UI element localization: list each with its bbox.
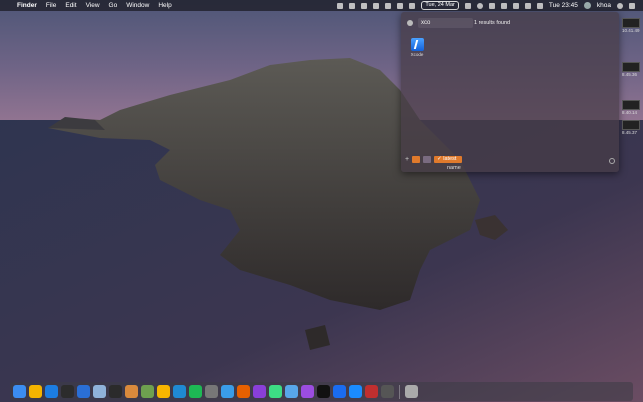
status-icon[interactable] <box>409 2 416 9</box>
app-menu-finder[interactable]: Finder <box>17 2 37 9</box>
1password-icon[interactable] <box>333 385 346 398</box>
app-store-icon[interactable] <box>349 385 362 398</box>
preview-icon[interactable] <box>93 385 106 398</box>
menu-go[interactable]: Go <box>109 2 118 9</box>
menu-bar-left: Finder File Edit View Go Window Help <box>0 2 172 9</box>
firefox-icon[interactable] <box>237 385 250 398</box>
desktop-screenshot-thumbnail[interactable] <box>622 18 640 28</box>
status-icon[interactable] <box>464 2 471 9</box>
maps-icon[interactable] <box>141 385 154 398</box>
spotify-icon[interactable] <box>189 385 202 398</box>
trash-icon[interactable] <box>405 385 418 398</box>
search-panel: xco 1 results found Xcode + ✓ latest nam… <box>401 12 619 172</box>
desktop-screenshot-thumbnail[interactable] <box>622 120 640 130</box>
add-icon[interactable]: + <box>405 156 409 163</box>
thumbnail-label: 8.45.37 <box>622 130 638 135</box>
thumbnail-label: 10.41.49 <box>622 28 640 33</box>
battery-icon[interactable] <box>524 2 531 9</box>
terminal-icon[interactable] <box>61 385 74 398</box>
status-icon[interactable] <box>397 2 404 9</box>
spotlight-search-icon[interactable] <box>617 2 623 9</box>
menu-bar: Finder File Edit View Go Window Help Tue… <box>0 0 643 11</box>
tag-latest[interactable]: ✓ latest <box>434 156 463 163</box>
xcode-beta-icon[interactable] <box>77 385 90 398</box>
finder-icon[interactable] <box>13 385 26 398</box>
dock <box>10 382 633 401</box>
status-icon[interactable] <box>349 2 356 9</box>
results-count: 1 results found <box>474 20 511 26</box>
status-icon[interactable] <box>337 2 344 9</box>
gear-icon[interactable] <box>407 20 413 26</box>
menu-window[interactable]: Window <box>126 2 149 9</box>
color-swatch[interactable] <box>412 156 421 163</box>
safari-icon[interactable] <box>221 385 234 398</box>
tag-label: latest <box>443 156 457 162</box>
status-icon[interactable] <box>373 2 380 9</box>
script-editor-icon[interactable] <box>125 385 138 398</box>
menu-bar-extras: Tue, 24 Mar Tue 23:45 khoa <box>337 0 635 11</box>
menu-bar-user[interactable]: khoa <box>597 2 611 9</box>
chrome-icon[interactable] <box>29 385 42 398</box>
user-avatar[interactable] <box>583 2 591 9</box>
search-result-item[interactable]: Xcode <box>409 38 425 57</box>
android-studio-icon[interactable] <box>269 385 282 398</box>
podcasts-icon[interactable] <box>301 385 314 398</box>
settings-icon[interactable] <box>205 385 218 398</box>
xcode-icon <box>410 38 424 51</box>
status-icon[interactable] <box>385 2 392 9</box>
vscode-icon[interactable] <box>173 385 186 398</box>
volume-icon[interactable] <box>512 2 519 9</box>
search-result-label: Xcode <box>410 52 424 57</box>
control-center-icon[interactable] <box>629 2 635 9</box>
panel-controls: + ✓ latest <box>405 156 463 163</box>
wifi-icon[interactable] <box>488 2 495 9</box>
sort-label: name <box>447 165 461 171</box>
firefox-nightly-icon[interactable] <box>253 385 266 398</box>
search-input[interactable]: xco <box>418 18 473 28</box>
activity-monitor-icon[interactable] <box>109 385 122 398</box>
bluetooth-icon[interactable] <box>500 2 507 9</box>
input-source-icon[interactable] <box>536 2 543 9</box>
desktop-screenshot-thumbnail[interactable] <box>622 100 640 110</box>
menu-view[interactable]: View <box>86 2 100 9</box>
thumbnail-label: 8.40.14 <box>622 110 638 115</box>
xcode-icon[interactable] <box>45 385 58 398</box>
desktop-screenshot-thumbnail[interactable] <box>622 62 640 72</box>
sketch-icon[interactable] <box>157 385 170 398</box>
menu-file[interactable]: File <box>46 2 56 9</box>
menu-edit[interactable]: Edit <box>65 2 76 9</box>
thumbnail-label: 8.45.36 <box>622 72 638 77</box>
toolbox-icon[interactable] <box>381 385 394 398</box>
flag-icon[interactable] <box>361 2 368 9</box>
settings-gear-icon[interactable] <box>609 158 615 164</box>
color-swatch[interactable] <box>423 156 432 163</box>
dock-separator <box>399 384 400 399</box>
menu-help[interactable]: Help <box>158 2 171 9</box>
menu-bar-clock[interactable]: Tue 23:45 <box>549 2 578 9</box>
date-indicator[interactable]: Tue, 24 Mar <box>421 1 459 10</box>
sync-icon[interactable] <box>476 2 483 9</box>
appletv-icon[interactable] <box>317 385 330 398</box>
flashcard-icon[interactable] <box>365 385 378 398</box>
folder-icon[interactable] <box>285 385 298 398</box>
